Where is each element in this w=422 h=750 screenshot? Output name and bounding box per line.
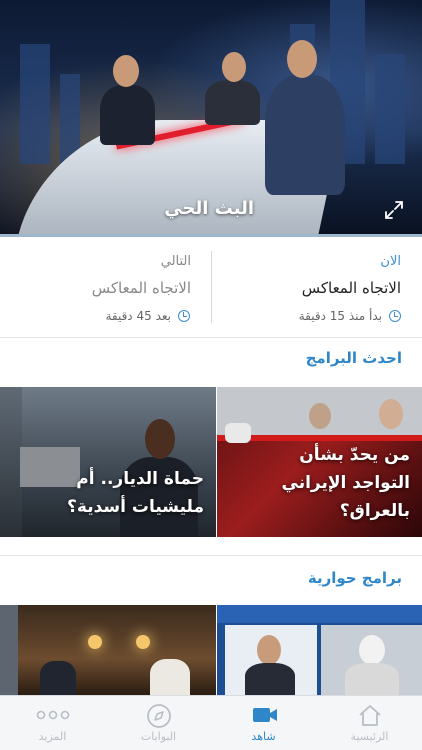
compass-icon (147, 704, 171, 728)
thumb-guest-figure (225, 423, 251, 443)
live-title: البث الحي (164, 198, 254, 219)
hero-building (20, 44, 50, 164)
thumb-guest-head (359, 635, 385, 665)
tab-watch[interactable]: شاهد (211, 696, 316, 750)
caption-line: بالعراق؟ (339, 501, 410, 521)
thumb-guest-figure (150, 659, 190, 695)
thumb-anchor-head (145, 419, 175, 459)
latest-programs-title: احدث البرامج (305, 349, 402, 367)
presenter-head (287, 40, 317, 78)
thumb-guest-head (257, 635, 281, 665)
caption-line: حماة الديار.. أم (76, 469, 204, 489)
tab-label: المزيد (38, 730, 67, 743)
talk-show-card[interactable] (217, 605, 422, 695)
expand-icon[interactable] (384, 200, 404, 220)
tab-label: شاهد (251, 730, 276, 743)
section-divider (0, 337, 422, 338)
thumb-lamp (88, 635, 102, 649)
now-start-time: بدأ منذ 15 دقيقة (298, 309, 382, 323)
tab-more[interactable]: المزيد (0, 696, 105, 750)
talk-show-card[interactable] (0, 605, 216, 695)
thumb-guest-figure (40, 661, 76, 695)
home-icon (359, 705, 381, 726)
thumb-guest-figure (245, 663, 295, 695)
program-card-caption: حماة الديار.. أم مليشيات أسدية؟ (67, 465, 204, 521)
clock-icon (178, 310, 190, 322)
program-card[interactable]: حماة الديار.. أم مليشيات أسدية؟ (0, 387, 216, 537)
now-program-title[interactable]: الاتجاه المعاكس (302, 279, 401, 297)
thumb-lamp (136, 635, 150, 649)
live-stream-hero[interactable]: البث الحي (0, 0, 422, 234)
hero-building (375, 54, 405, 164)
tab-bar: الرئيسية شاهد البوابات المزيد (0, 695, 422, 750)
tab-portals[interactable]: البوابات (106, 696, 211, 750)
next-program-title[interactable]: الاتجاه المعاكس (92, 279, 191, 297)
caption-line: التواجد الإيراني (281, 473, 410, 493)
tab-label: البوابات (140, 730, 177, 743)
program-card-caption: من يحدّ بشأن التواجد الإيراني بالعراق؟ (282, 441, 410, 525)
program-card[interactable]: من يحدّ بشأن التواجد الإيراني بالعراق؟ (217, 387, 422, 537)
presenter-figure (100, 85, 155, 145)
thumb-guest-figure (345, 663, 399, 695)
thumb-side-panel (0, 605, 18, 695)
schedule-panel: الان الاتجاه المعاكس بدأ منذ 15 دقيقة ال… (0, 237, 422, 337)
presenter-head (113, 55, 139, 87)
presenter-figure (265, 75, 345, 195)
caption-line: من يحدّ بشأن (299, 445, 410, 465)
next-label: التالي (160, 254, 191, 269)
presenter-figure (205, 80, 260, 125)
thumb-banner (217, 605, 422, 623)
clock-icon (389, 310, 401, 322)
tab-label: الرئيسية (350, 730, 389, 743)
schedule-divider (211, 251, 212, 323)
now-label: الان (380, 254, 401, 269)
caption-line: مليشيات أسدية؟ (67, 497, 204, 517)
video-camera-icon (253, 708, 277, 722)
next-start-time: بعد 45 دقيقة (105, 309, 171, 323)
more-dots-icon (36, 710, 70, 720)
tab-home[interactable]: الرئيسية (317, 696, 422, 750)
presenter-head (222, 52, 246, 82)
thumb-guest-head (309, 403, 331, 429)
thumb-side-panel (0, 387, 22, 537)
talk-shows-title: برامج حوارية (307, 569, 402, 587)
thumb-guest-head (379, 399, 403, 429)
section-divider (0, 555, 422, 556)
